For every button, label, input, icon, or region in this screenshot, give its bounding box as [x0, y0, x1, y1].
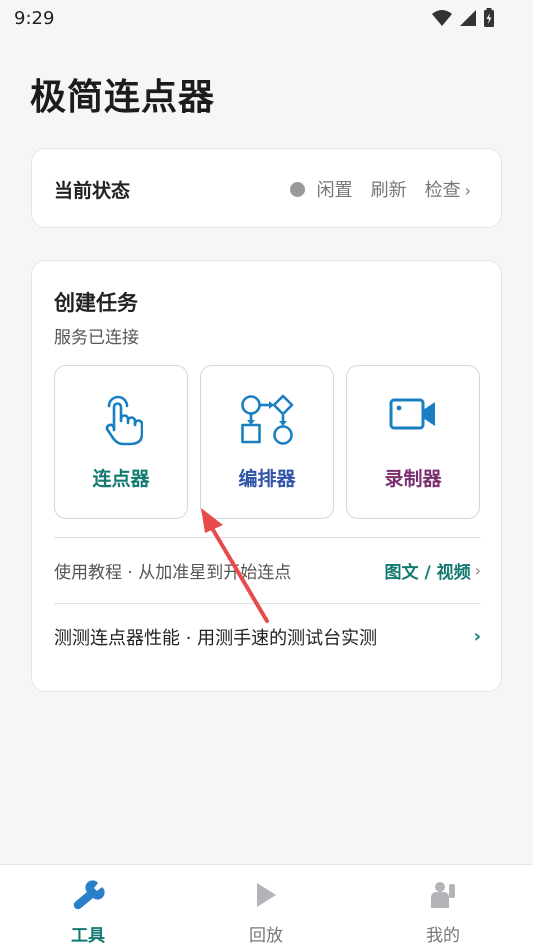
flowchart-icon — [241, 394, 294, 445]
bottom-nav: 工具 回放 我的 — [0, 864, 533, 948]
video-camera-icon — [389, 398, 435, 430]
benchmark-text: 测测连点器性能 · 用测手速的测试台实测 — [54, 627, 378, 649]
nav-playback[interactable]: 回放 — [221, 879, 311, 946]
status-indicator-dot — [289, 181, 305, 197]
chevron-right-icon: › — [473, 626, 481, 647]
clicker-tool-button[interactable]: 连点器 — [54, 365, 188, 519]
status-time: 9:29 — [14, 8, 55, 29]
nav-mine[interactable]: 我的 — [398, 879, 488, 946]
status-icons — [431, 8, 495, 28]
service-status: 服务已连接 — [54, 328, 139, 348]
wrench-icon — [73, 880, 105, 910]
create-task-card: 创建任务 服务已连接 连点器 编排器 录制器 使用教程 · 从加准星到开始连点 … — [31, 260, 502, 692]
signal-icon — [460, 10, 476, 26]
wifi-icon — [432, 10, 452, 26]
chevron-right-icon: › — [474, 561, 481, 580]
page-title: 极简连点器 — [30, 77, 216, 118]
chevron-right-icon: › — [464, 181, 471, 200]
arranger-tool-button[interactable]: 编排器 — [200, 365, 334, 519]
recorder-tool-button[interactable]: 录制器 — [346, 365, 480, 519]
tap-hand-icon — [105, 395, 143, 446]
status-controls: 闲置 刷新 检查 › — [289, 176, 471, 202]
battery-icon — [484, 8, 494, 27]
nav-playback-label: 回放 — [249, 926, 283, 946]
tutorial-link-label: 图文 / 视频 — [384, 563, 471, 583]
tutorial-link[interactable]: 图文 / 视频 › — [385, 558, 481, 583]
check-button[interactable]: 检查 › — [425, 176, 471, 202]
check-label: 检查 — [424, 180, 461, 201]
recorder-label: 录制器 — [384, 468, 442, 490]
play-icon — [257, 883, 276, 907]
arranger-label: 编排器 — [238, 468, 296, 490]
task-title: 创建任务 — [54, 291, 138, 315]
status-card: 当前状态 闲置 刷新 检查 › — [31, 148, 502, 228]
nav-tools[interactable]: 工具 — [43, 879, 133, 946]
annotation-arrow-icon — [201, 508, 269, 623]
status-bar: 9:29 — [0, 0, 533, 36]
status-state: 闲置 — [316, 180, 353, 201]
status-title: 当前状态 — [54, 180, 131, 202]
user-icon — [431, 882, 455, 908]
clicker-label: 连点器 — [92, 468, 150, 490]
refresh-button[interactable]: 刷新 — [371, 176, 407, 202]
nav-mine-label: 我的 — [426, 926, 460, 946]
nav-tools-label: 工具 — [71, 926, 105, 946]
